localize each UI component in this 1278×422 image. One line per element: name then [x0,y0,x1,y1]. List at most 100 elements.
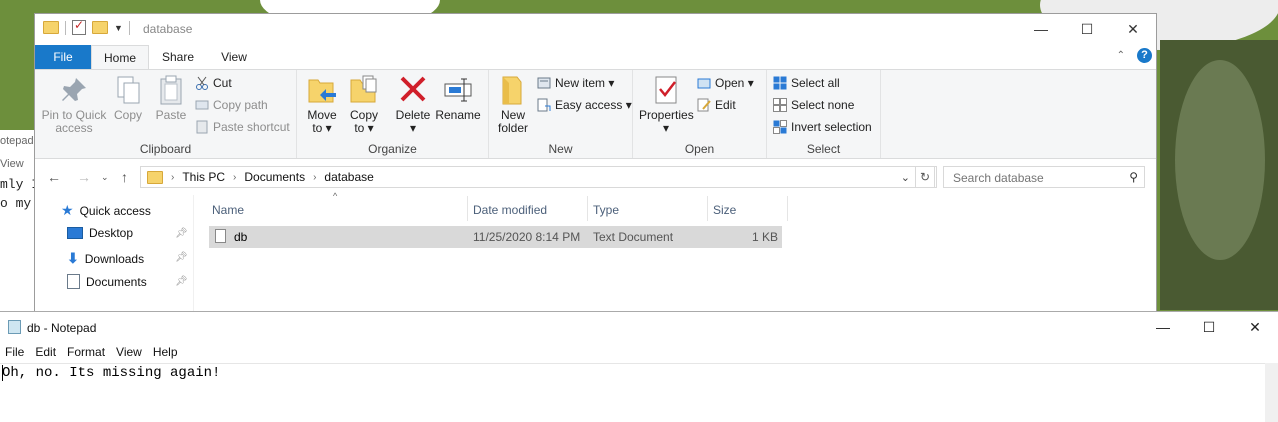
paste-icon [155,74,187,106]
tab-view[interactable]: View [209,45,259,69]
easy-access-button[interactable]: Easy access ▾ [537,98,632,112]
search-icon[interactable]: ⚲ [1129,170,1138,184]
notepad-minimize-button[interactable]: — [1140,312,1186,342]
pin-icon: 📌︎ [175,252,188,263]
column-divider[interactable] [587,196,588,221]
column-header-size[interactable]: Size [713,203,736,217]
properties-icon [650,74,682,106]
folder-icon [147,170,163,184]
menu-format[interactable]: Format [62,342,111,362]
close-button[interactable]: ✕ [1110,14,1156,44]
column-header-type[interactable]: Type [593,203,619,217]
notepad-titlebar: db - Notepad — ☐ ✕ [0,312,1278,342]
notepad-text-area[interactable]: Oh, no. Its missing again! [0,363,1265,422]
collapse-ribbon-icon[interactable]: ⌃ [1117,50,1125,61]
copy-path-button[interactable]: Copy path [195,98,268,112]
nav-downloads[interactable]: ⬇ Downloads [67,250,144,267]
menu-help[interactable]: Help [148,342,184,362]
vertical-scrollbar[interactable] [1265,363,1278,422]
notepad-maximize-button[interactable]: ☐ [1186,312,1232,342]
new-folder-label-2: folder [497,121,529,135]
breadcrumb-chevron-icon[interactable]: › [171,172,174,183]
move-label-2: to ▾ [312,121,332,135]
copy-icon [112,74,144,106]
delete-button[interactable]: Delete ▾ [393,74,433,135]
breadcrumb-chevron-icon[interactable]: › [233,172,236,183]
properties-button[interactable]: Properties ▾ [639,74,694,135]
select-none-button[interactable]: Select none [773,98,854,112]
paste-shortcut-icon [195,120,209,134]
column-divider[interactable] [787,196,788,221]
menu-edit[interactable]: Edit [30,342,62,362]
open-button[interactable]: Open ▾ [697,76,754,90]
nav-documents[interactable]: Documents [67,274,147,289]
cut-button[interactable]: Cut [195,76,232,90]
column-divider[interactable] [467,196,468,221]
recent-locations-icon[interactable]: ⌄ [101,172,109,183]
edit-button[interactable]: Edit [697,98,736,112]
move-to-button[interactable]: Move to ▾ [305,74,339,135]
search-input[interactable] [951,168,1125,188]
address-bar[interactable]: › This PC › Documents › database ⌄ [140,166,937,188]
notepad-title: db - Notepad [27,321,97,335]
column-header-name[interactable]: Name [212,203,244,217]
breadcrumb-documents[interactable]: Documents [244,170,305,184]
file-date: 11/25/2020 8:14 PM [473,230,581,244]
pin-icon: 📌︎ [175,228,188,239]
file-size: 1 KB [751,230,778,244]
nav-quick-access[interactable]: ★ Quick access [61,202,151,219]
bg-fragment-4: o my [0,196,32,211]
menu-view[interactable]: View [111,342,148,362]
minimize-button[interactable]: — [1018,14,1064,44]
file-list: ^ Name Date modified Type Size db 11/25/… [207,191,1147,312]
notepad-content[interactable]: Oh, no. Its missing again! [2,364,220,382]
pin-label-2: access [55,121,93,135]
properties-qat-icon[interactable] [72,18,86,35]
new-folder-qat-icon[interactable] [92,21,108,34]
column-divider[interactable] [707,196,708,221]
pin-icon: 📌︎ [175,276,188,287]
copy-to-button[interactable]: Copy to ▾ [347,74,381,135]
desktop-icon [67,227,83,239]
breadcrumb-database[interactable]: database [324,170,373,184]
sort-ascending-icon: ^ [333,191,338,201]
maximize-button[interactable]: ☐ [1064,14,1110,44]
new-folder-button[interactable]: New folder [495,74,531,135]
select-all-button[interactable]: Select all [773,76,840,90]
ribbon-tabs: File Home Share View ⌃ ? [35,45,1156,69]
help-icon[interactable]: ? [1137,48,1152,63]
easy-access-icon [537,98,551,112]
breadcrumb-this-pc[interactable]: This PC [182,170,225,184]
search-box[interactable]: ⚲ [943,166,1145,188]
group-label-organize: Organize [368,142,417,156]
pin-to-quick-access-button[interactable]: Pin to Quick access [41,74,107,135]
qat-dropdown-icon[interactable]: ▼ [114,23,123,33]
back-arrow-icon[interactable]: ← [47,169,61,185]
background-window-fragment: otepad View mly I o my [0,130,39,315]
invert-selection-button[interactable]: Invert selection [773,120,872,134]
menu-file[interactable]: File [0,342,30,362]
open-icon [697,76,711,90]
file-row[interactable]: db 11/25/2020 8:14 PM Text Document 1 KB [209,226,782,248]
tab-file[interactable]: File [35,45,91,69]
paste-button[interactable]: Paste [153,74,189,122]
invert-selection-icon [773,120,787,134]
download-arrow-icon: ⬇ [67,250,79,266]
copy-button[interactable]: Copy [111,74,145,122]
paste-shortcut-button[interactable]: Paste shortcut [195,120,290,134]
column-header-date[interactable]: Date modified [473,203,547,217]
tab-home[interactable]: Home [91,45,149,69]
tab-share[interactable]: Share [153,45,203,69]
separator [65,20,66,35]
notepad-close-button[interactable]: ✕ [1232,312,1278,342]
breadcrumb-chevron-icon[interactable]: › [313,172,316,183]
up-arrow-icon[interactable]: ↑ [121,169,128,185]
address-dropdown-icon[interactable]: ⌄ [901,171,910,184]
new-item-button[interactable]: New item ▾ [537,76,614,90]
new-item-label: New item ▾ [555,76,615,90]
rename-button[interactable]: Rename [435,74,481,122]
refresh-icon[interactable]: ↻ [915,166,935,188]
nav-desktop[interactable]: Desktop [67,226,133,240]
group-organize: Move to ▾ Copy to ▾ Delete ▾ Rename Orga… [297,70,489,158]
forward-arrow-icon[interactable]: → [77,169,91,185]
